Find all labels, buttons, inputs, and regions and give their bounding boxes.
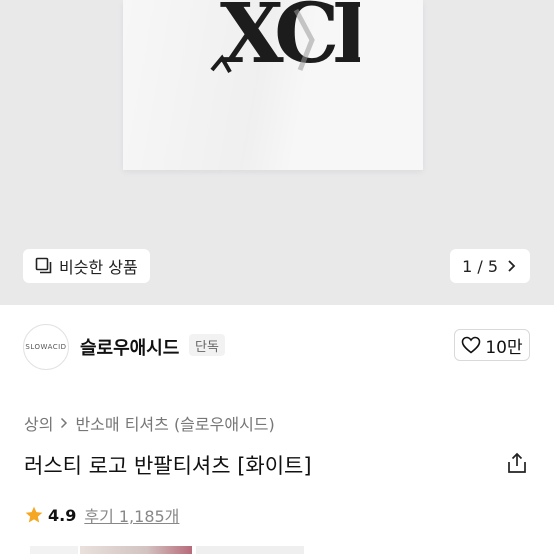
thumbnail[interactable] bbox=[30, 546, 78, 554]
shirt-print-text: XCD bbox=[220, 0, 360, 80]
like-count: 10만 bbox=[485, 337, 523, 358]
thumbnail[interactable] bbox=[80, 546, 192, 554]
share-icon[interactable] bbox=[506, 452, 528, 474]
breadcrumb-category[interactable]: 반소매 티셔츠 (슬로우애시드) bbox=[75, 411, 274, 435]
star-icon bbox=[25, 506, 43, 523]
thumbnail[interactable] bbox=[196, 546, 304, 554]
rating-score: 4.9 bbox=[48, 505, 77, 525]
store-name[interactable]: 슬로우애시드 bbox=[80, 334, 179, 360]
similar-icon bbox=[35, 257, 52, 274]
breadcrumb-chevron-icon bbox=[61, 417, 68, 429]
rating-row: 4.9 후기 1,185개 bbox=[24, 503, 179, 527]
reviews-link[interactable]: 후기 1,185개 bbox=[84, 503, 179, 527]
exclusive-badge: 단독 bbox=[189, 334, 225, 356]
like-button[interactable]: 10만 bbox=[454, 329, 530, 361]
product-image-carousel[interactable]: XCD 비슷한 상품 1 / 5 bbox=[0, 0, 554, 305]
breadcrumb: 상의 반소매 티셔츠 (슬로우애시드) bbox=[24, 411, 275, 435]
heart-icon bbox=[462, 336, 481, 354]
store-logo-text: SLOWACID bbox=[25, 343, 67, 351]
product-title: 러스티 로고 반팔티셔츠 [화이트] bbox=[24, 454, 312, 478]
breadcrumb-root[interactable]: 상의 bbox=[24, 411, 53, 435]
image-pager-button[interactable]: 1 / 5 bbox=[450, 249, 530, 283]
chevron-right-icon bbox=[508, 260, 516, 272]
similar-products-label: 비슷한 상품 bbox=[59, 258, 138, 277]
store-logo[interactable]: SLOWACID bbox=[23, 324, 69, 370]
image-pager-count: 1 / 5 bbox=[462, 256, 498, 276]
similar-products-button[interactable]: 비슷한 상품 bbox=[23, 249, 150, 283]
shirt-print-graphic: XCD bbox=[210, 0, 360, 80]
